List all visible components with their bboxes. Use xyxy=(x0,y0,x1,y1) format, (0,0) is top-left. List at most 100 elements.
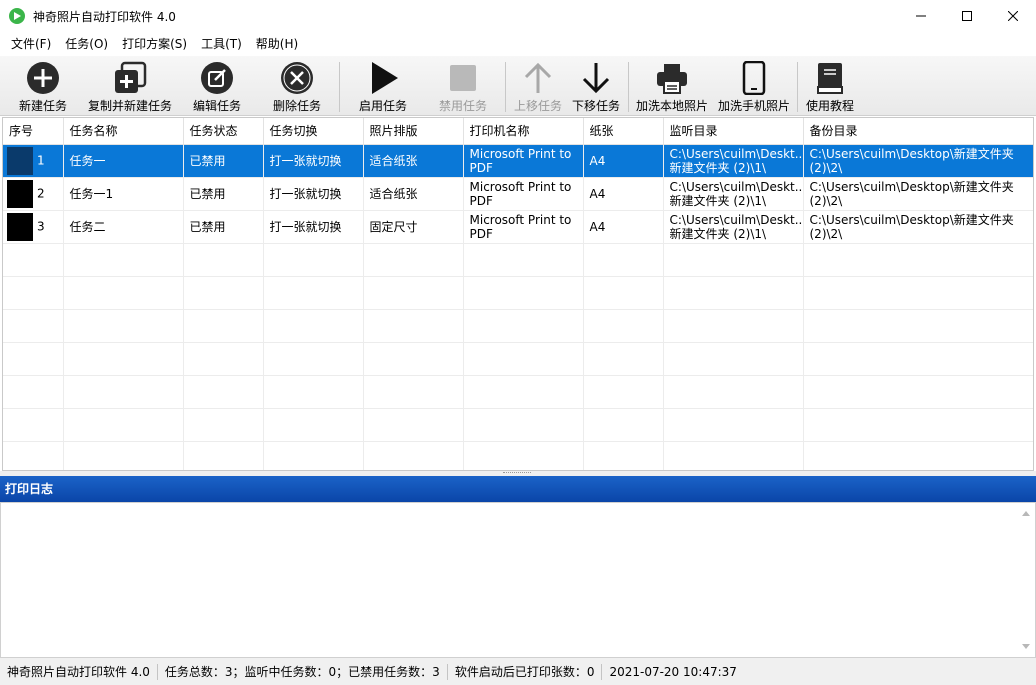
move-up-label: 上移任务 xyxy=(513,99,562,113)
task-color-swatch xyxy=(7,212,33,241)
row-backup-dir: C:\Users\cuilm\Desktop\新建文件夹 (2)\2\ xyxy=(803,144,1033,178)
copy-plus-icon xyxy=(112,60,148,95)
row-printer: Microsoft Print to PDF xyxy=(463,144,584,178)
move-down-button[interactable]: 下移任务 xyxy=(568,60,624,114)
maximize-button[interactable] xyxy=(944,0,990,32)
new-task-button[interactable]: 新建任务 xyxy=(14,60,72,114)
toolbar: 新建任务 复制并新建任务 编辑任务 删除任务 启用任务 禁用任务 上移任务 下移… xyxy=(0,56,1036,116)
window-controls xyxy=(898,0,1036,32)
move-down-label: 下移任务 xyxy=(571,99,620,113)
status-datetime: 2021-07-20 10:47:37 xyxy=(609,664,737,679)
row-seq-cell: 3 xyxy=(3,210,64,244)
tutorial-button[interactable]: 使用教程 xyxy=(802,60,858,114)
column-header-switch[interactable]: 任务切换 xyxy=(263,118,364,145)
menu-help[interactable]: 帮助(H) xyxy=(249,32,305,56)
row-status: 已禁用 xyxy=(183,210,264,244)
row-name: 任务二 xyxy=(63,210,184,244)
enable-task-label: 启用任务 xyxy=(358,99,407,113)
book-icon xyxy=(812,60,848,95)
table-row[interactable]: 3 任务二 已禁用 打一张就切换 固定尺寸 Microsoft Print to… xyxy=(3,210,1033,244)
scroll-down-icon[interactable] xyxy=(1022,644,1030,649)
column-header-layout[interactable]: 照片排版 xyxy=(363,118,464,145)
add-local-photos-button[interactable]: 加洗本地照片 xyxy=(634,60,710,114)
row-name: 任务一1 xyxy=(63,177,184,211)
table-header-row: 序号 任务名称 任务状态 任务切换 照片排版 打印机名称 纸张 监听目录 备份目… xyxy=(3,118,1033,145)
close-icon xyxy=(1008,11,1018,21)
close-button[interactable] xyxy=(990,0,1036,32)
column-header-name[interactable]: 任务名称 xyxy=(63,118,184,145)
log-scrollbar[interactable] xyxy=(1018,503,1035,657)
maximize-icon xyxy=(962,11,972,21)
copy-new-task-label: 复制并新建任务 xyxy=(87,99,172,113)
edit-task-label: 编辑任务 xyxy=(192,99,241,113)
arrow-up-icon xyxy=(520,60,556,95)
stop-icon xyxy=(445,60,481,95)
column-header-printer[interactable]: 打印机名称 xyxy=(463,118,584,145)
column-header-paper[interactable]: 纸张 xyxy=(583,118,664,145)
splitter-grip xyxy=(503,472,531,474)
move-up-button[interactable]: 上移任务 xyxy=(510,60,566,114)
column-header-seq[interactable]: 序号 xyxy=(3,118,64,145)
minimize-button[interactable] xyxy=(898,0,944,32)
title-bar: 神奇照片自动打印软件 4.0 xyxy=(0,0,1036,32)
window-title: 神奇照片自动打印软件 4.0 xyxy=(33,9,176,24)
row-printer: Microsoft Print to PDF xyxy=(463,177,584,211)
add-phone-photos-label: 加洗手机照片 xyxy=(717,99,790,113)
plus-circle-icon xyxy=(25,60,61,95)
row-seq-cell: 2 xyxy=(3,177,64,211)
row-watch-dir: C:\Users\cuilm\Deskt... 新建文件夹 (2)\1\ xyxy=(663,210,804,244)
empty-row xyxy=(3,309,1033,343)
toolbar-separator xyxy=(505,62,506,112)
empty-row xyxy=(3,276,1033,310)
new-task-label: 新建任务 xyxy=(18,99,67,113)
play-icon xyxy=(365,60,401,95)
row-switch: 打一张就切换 xyxy=(263,177,364,211)
column-header-status[interactable]: 任务状态 xyxy=(183,118,264,145)
disable-task-label: 禁用任务 xyxy=(438,99,487,113)
row-backup-dir: C:\Users\cuilm\Desktop\新建文件夹 (2)\2\ xyxy=(803,210,1033,244)
delete-task-button[interactable]: 删除任务 xyxy=(268,60,326,114)
add-phone-photos-button[interactable]: 加洗手机照片 xyxy=(716,60,792,114)
arrow-down-icon xyxy=(578,60,614,95)
delete-task-label: 删除任务 xyxy=(272,99,321,113)
column-header-watch-dir[interactable]: 监听目录 xyxy=(663,118,804,145)
status-task-counts: 任务总数：3；监听中任务数：0；已禁用任务数：3 xyxy=(158,663,448,680)
row-seq: 3 xyxy=(37,219,45,233)
row-layout: 适合纸张 xyxy=(363,177,464,211)
toolbar-separator xyxy=(339,62,340,112)
row-seq-cell: 1 xyxy=(3,144,64,178)
row-paper: A4 xyxy=(583,177,664,211)
status-app-name: 神奇照片自动打印软件 4.0 xyxy=(0,663,158,680)
row-backup-dir: C:\Users\cuilm\Desktop\新建文件夹 (2)\2\ xyxy=(803,177,1033,211)
empty-row xyxy=(3,408,1033,442)
printer-icon xyxy=(654,60,690,95)
toolbar-separator xyxy=(797,62,798,112)
enable-task-button[interactable]: 启用任务 xyxy=(354,60,412,114)
row-watch-dir: C:\Users\cuilm\Deskt... 新建文件夹 (2)\1\ xyxy=(663,177,804,211)
column-header-backup-dir[interactable]: 备份目录 xyxy=(803,118,1033,145)
empty-row xyxy=(3,375,1033,409)
menu-task[interactable]: 任务(O) xyxy=(58,32,115,56)
task-table: 序号 任务名称 任务状态 任务切换 照片排版 打印机名称 纸张 监听目录 备份目… xyxy=(3,118,1033,470)
copy-new-task-button[interactable]: 复制并新建任务 xyxy=(86,60,174,114)
edit-icon xyxy=(199,60,235,95)
row-seq: 1 xyxy=(37,153,45,167)
row-layout: 适合纸张 xyxy=(363,144,464,178)
table-row[interactable]: 2 任务一1 已禁用 打一张就切换 适合纸张 Microsoft Print t… xyxy=(3,177,1033,211)
menu-print-scheme[interactable]: 打印方案(S) xyxy=(115,32,194,56)
menu-file[interactable]: 文件(F) xyxy=(4,32,58,56)
row-switch: 打一张就切换 xyxy=(263,144,364,178)
edit-task-button[interactable]: 编辑任务 xyxy=(188,60,246,114)
menu-bar: 文件(F) 任务(O) 打印方案(S) 工具(T) 帮助(H) xyxy=(0,32,1036,56)
log-output[interactable] xyxy=(0,502,1036,658)
menu-tools[interactable]: 工具(T) xyxy=(194,32,249,56)
scroll-up-icon[interactable] xyxy=(1022,511,1030,516)
row-status: 已禁用 xyxy=(183,177,264,211)
table-row[interactable]: 1 任务一 已禁用 打一张就切换 适合纸张 Microsoft Print to… xyxy=(3,144,1033,178)
disable-task-button[interactable]: 禁用任务 xyxy=(434,60,492,114)
status-printed-count: 软件启动后已打印张数：0 xyxy=(448,663,603,680)
row-printer: Microsoft Print to PDF xyxy=(463,210,584,244)
row-status: 已禁用 xyxy=(183,144,264,178)
task-grid[interactable]: 序号 任务名称 任务状态 任务切换 照片排版 打印机名称 纸张 监听目录 备份目… xyxy=(2,117,1034,471)
task-color-swatch xyxy=(7,146,33,175)
